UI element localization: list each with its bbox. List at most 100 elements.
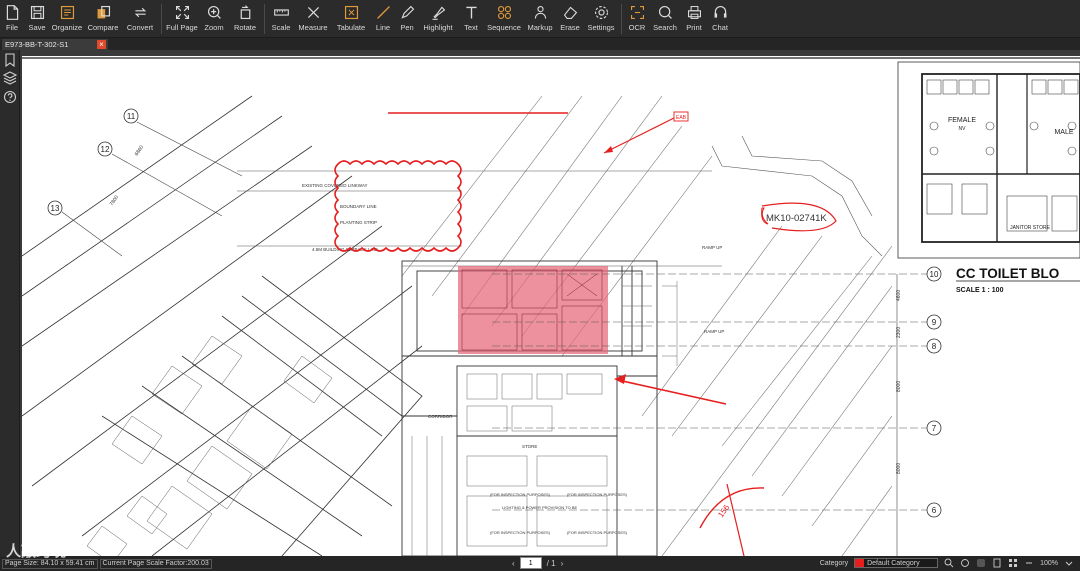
note-store: STORE (522, 444, 537, 449)
document-tabbar: E973-BB-T-302-S1 × (0, 38, 1080, 50)
rotate-label: Rotate (233, 23, 257, 32)
gear-icon (594, 5, 608, 20)
dim-6860: 6860 (134, 144, 145, 157)
dim-7800: 7800 (109, 194, 120, 207)
fullscreen-icon (175, 5, 189, 20)
note-ramp-up-2: RAMP UP (704, 329, 724, 334)
layers-icon[interactable] (3, 71, 17, 85)
dim-8000-b: 8000 (896, 463, 902, 474)
search-button[interactable]: Search (649, 0, 681, 38)
scale-label: Scale (271, 23, 291, 32)
highlight-label: Highlight (423, 23, 453, 32)
measure-button[interactable]: Measure (294, 0, 332, 38)
chat-label: Chat (712, 23, 728, 32)
view-mode-icon[interactable] (960, 558, 970, 568)
page-number-input[interactable]: 1 (519, 557, 542, 569)
prev-page-icon[interactable]: ‹ (512, 559, 515, 568)
toilet-inset-plan: FEMALE NV MALE JANITOR STORE (897, 61, 1080, 259)
inset-female-label: FEMALE (948, 117, 976, 124)
compare-button[interactable]: Compare (84, 0, 122, 38)
left-side-panel (0, 50, 20, 556)
convert-label: Convert (126, 23, 154, 32)
highlight-button[interactable]: Highlight (418, 0, 458, 38)
search-label: Search (653, 23, 677, 32)
tabulate-icon (344, 5, 358, 20)
tabulate-label: Tabulate (336, 23, 366, 32)
note-planting: PLANTING STRIP (340, 220, 377, 225)
toolbar-divider (161, 4, 162, 34)
text-markup-mk10[interactable]: MK10-02741K (761, 202, 837, 232)
document-canvas[interactable]: 11 12 13 7800 6860 EXISTING COVERED LINK… (20, 50, 1080, 556)
rotate-button[interactable]: Rotate (229, 0, 261, 38)
measure-label: Measure (298, 23, 328, 32)
rotate-icon (240, 5, 250, 20)
file-button[interactable]: File (0, 0, 24, 38)
floor-plan-drawing: 11 12 13 7800 6860 EXISTING COVERED LINK… (21, 57, 1080, 556)
angle-value-text: 156 (716, 503, 731, 520)
convert-button[interactable]: Convert (122, 0, 158, 38)
search-icon (658, 5, 672, 19)
print-button[interactable]: Print (681, 0, 707, 38)
hand-tool-icon[interactable] (976, 558, 986, 568)
organize-button[interactable]: Organize (50, 0, 84, 38)
erase-button[interactable]: Erase (556, 0, 584, 38)
angle-arc-markup[interactable]: 156 (699, 483, 765, 556)
convert-icon (134, 7, 146, 18)
grid-bubbles-left: 11 12 13 (47, 108, 139, 216)
measure-icon (307, 6, 319, 19)
grid-label-6: 6 (932, 506, 937, 515)
settings-button[interactable]: Settings (584, 0, 618, 38)
pen-button[interactable]: Pen (396, 0, 418, 38)
markup-code-text: MK10-02741K (766, 213, 827, 224)
dim-2300: 2300 (896, 327, 902, 338)
text-button[interactable]: Text (458, 0, 484, 38)
next-page-icon[interactable]: › (561, 559, 564, 568)
drawing-scale: SCALE 1 : 100 (956, 287, 1004, 294)
full-page-button[interactable]: Full Page (165, 0, 199, 38)
drawing-page[interactable]: 11 12 13 7800 6860 EXISTING COVERED LINK… (21, 56, 1080, 556)
ruler-icon (273, 9, 289, 16)
ocr-button[interactable]: OCR (625, 0, 649, 38)
print-label: Print (686, 23, 702, 32)
single-page-icon[interactable] (992, 558, 1002, 568)
pen-icon (400, 5, 414, 19)
chat-button[interactable]: Chat (707, 0, 733, 38)
zoom-in-icon[interactable] (944, 558, 954, 568)
inset-nv-label: NV (959, 126, 967, 132)
pen-label: Pen (400, 23, 414, 32)
line-button[interactable]: Line (370, 0, 396, 38)
close-icon[interactable]: × (97, 40, 106, 49)
zoom-dropdown-icon[interactable] (1064, 558, 1074, 568)
grid-label-10: 10 (930, 270, 939, 279)
drawing-title: CC TOILET BLO (956, 266, 1059, 281)
line-icon (376, 6, 390, 19)
save-button[interactable]: Save (24, 0, 50, 38)
note-corridor: CORRIDOR (428, 414, 453, 419)
sequence-icon (497, 5, 511, 20)
organize-label: Organize (51, 23, 83, 32)
sequence-button[interactable]: Sequence (484, 0, 524, 38)
scale-button[interactable]: Scale (268, 0, 294, 38)
zoom-button[interactable]: Zoom (199, 0, 229, 38)
zoom-level-text[interactable]: 100% (1040, 560, 1058, 567)
watermark-logo: 人敲跨境 (6, 540, 66, 561)
highlight-region[interactable] (458, 266, 608, 354)
text-icon (465, 6, 477, 19)
full-page-label: Full Page (166, 23, 198, 32)
document-tab[interactable]: E973-BB-T-302-S1 × (2, 39, 108, 50)
zoom-out-icon[interactable] (1024, 558, 1034, 568)
total-pages-text: / 1 (546, 558, 556, 568)
markup-label: Markup (527, 23, 553, 32)
grid-label-9: 9 (932, 318, 937, 327)
note-inspection-1: (FOR INSPECTION PURPOSES) (490, 492, 551, 497)
grid-view-icon[interactable] (1008, 558, 1018, 568)
bookmark-icon[interactable] (3, 53, 17, 67)
dim-4600: 4600 (896, 290, 902, 301)
markup-button[interactable]: Markup (524, 0, 556, 38)
grid-label-12: 12 (101, 145, 110, 154)
help-icon[interactable] (3, 90, 17, 104)
tabulate-button[interactable]: Tabulate (332, 0, 370, 38)
watermark-text: 人敲跨境 (6, 543, 67, 560)
category-select[interactable]: Default Category (854, 558, 939, 568)
note-inspection-2: (FOR INSPECTION PURPOSES) (567, 492, 628, 497)
